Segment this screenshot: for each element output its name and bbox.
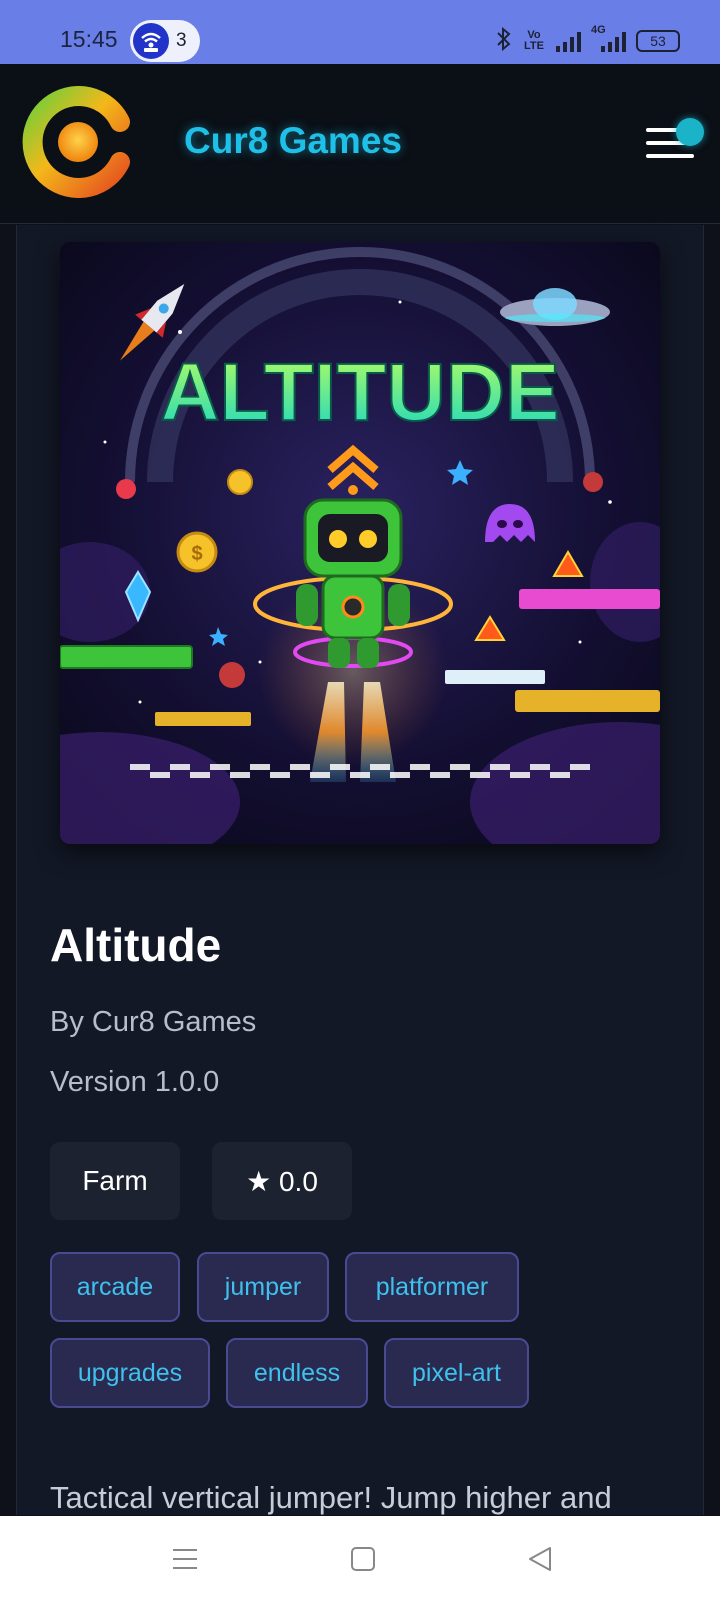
brand-title[interactable]: Cur8 Games — [184, 120, 402, 162]
back-icon[interactable] — [526, 1545, 554, 1573]
signal-strength-icon — [556, 30, 581, 52]
svg-text:$: $ — [191, 543, 202, 565]
battery-indicator: 53 — [636, 30, 680, 52]
recents-icon[interactable] — [172, 1546, 198, 1572]
cur8-logo[interactable] — [22, 86, 134, 198]
volte-icon: Vo LTE — [524, 29, 544, 52]
game-cover-image: ALTITUDE $ — [60, 242, 660, 844]
rating-chip: ★ 0.0 — [212, 1142, 352, 1220]
cover-title: ALTITUDE — [160, 347, 559, 438]
hotspot-indicator[interactable]: 3 — [130, 20, 200, 62]
bluetooth-icon — [496, 26, 512, 57]
game-author: By Cur8 Games — [50, 1006, 257, 1038]
status-bar: 15:45 3 Vo LTE 4G 53 — [0, 0, 720, 64]
game-description: Tactical vertical jumper! Jump higher an… — [50, 1480, 612, 1515]
notification-dot — [676, 118, 704, 146]
home-icon[interactable] — [350, 1546, 376, 1572]
game-version: Version 1.0.0 — [50, 1066, 220, 1098]
status-time: 15:45 — [60, 26, 118, 52]
tag-arcade[interactable]: arcade — [50, 1252, 180, 1322]
tag-upgrades[interactable]: upgrades — [50, 1338, 210, 1408]
tag-pixel-art[interactable]: pixel-art — [384, 1338, 529, 1408]
tag-jumper[interactable]: jumper — [197, 1252, 329, 1322]
system-nav-bar — [0, 1516, 720, 1604]
game-title: Altitude — [50, 919, 222, 971]
wifi-hotspot-icon — [133, 23, 169, 59]
app-header: Cur8 Games — [0, 64, 720, 224]
hotspot-count: 3 — [176, 30, 187, 51]
tag-platformer[interactable]: platformer — [345, 1252, 519, 1322]
genre-chip[interactable]: Farm — [50, 1142, 180, 1220]
signal-4g-icon: 4G — [591, 24, 626, 52]
tag-endless[interactable]: endless — [226, 1338, 368, 1408]
